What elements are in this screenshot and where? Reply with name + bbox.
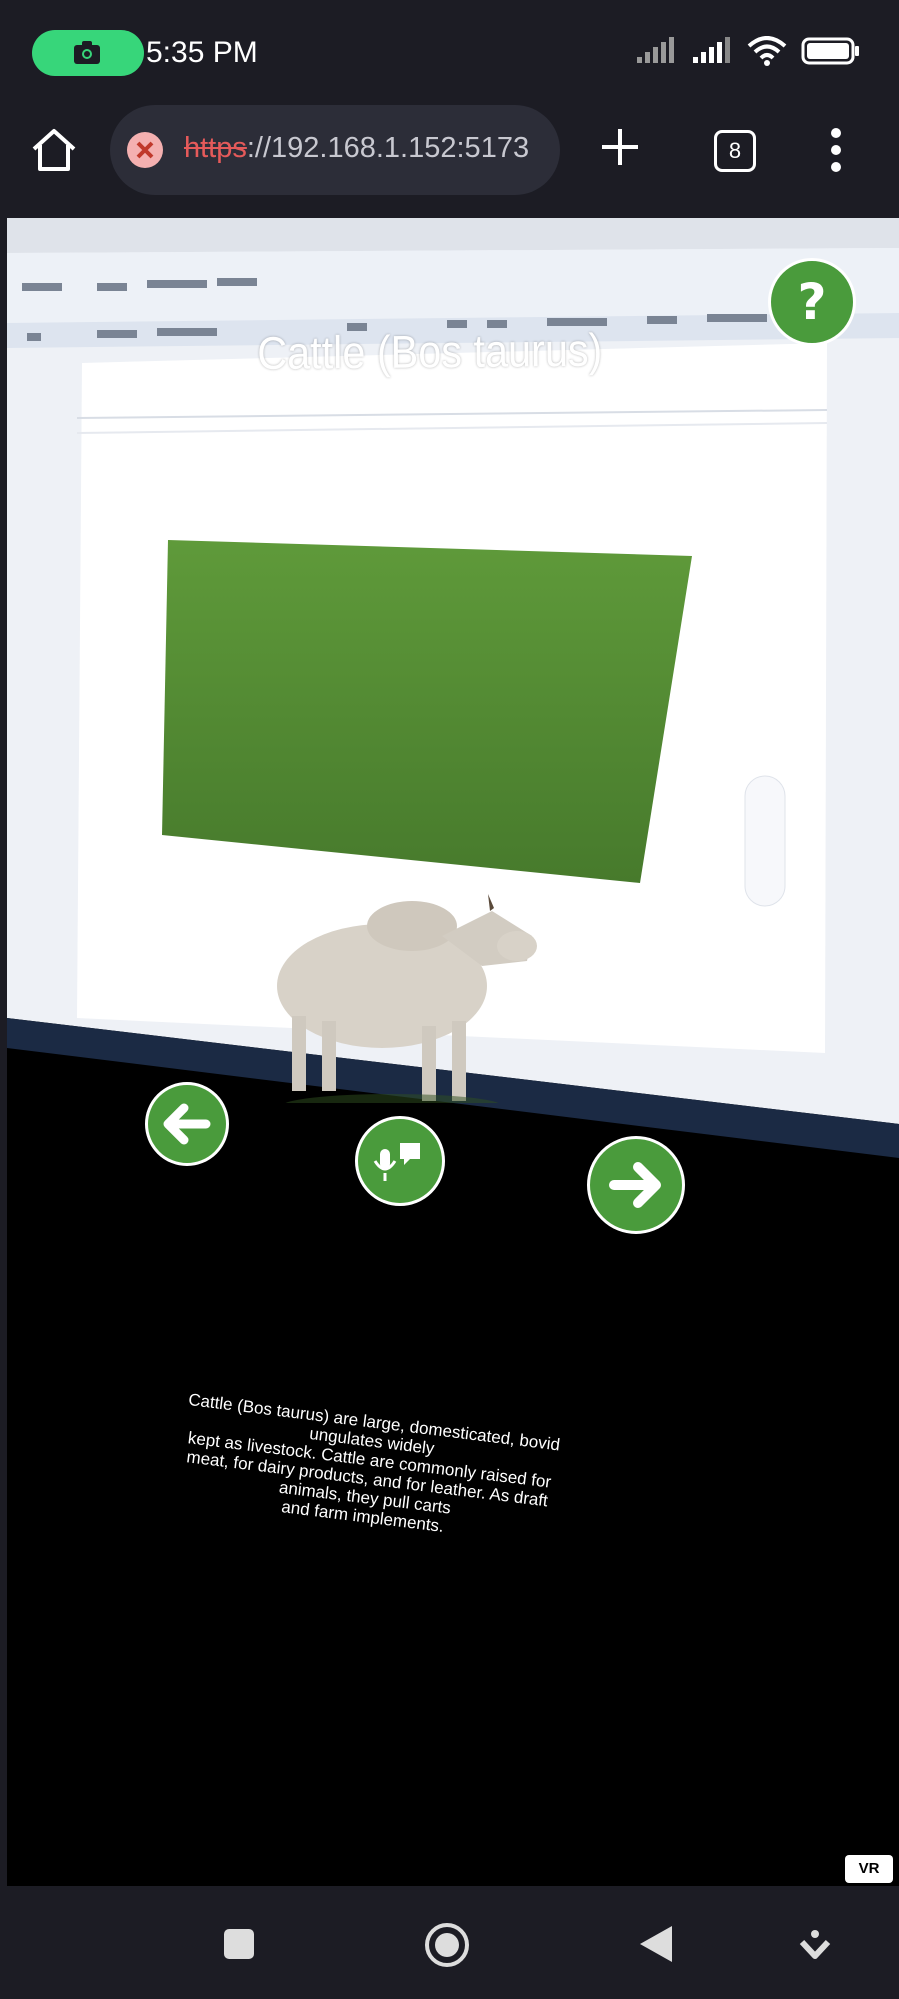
battery-icon bbox=[801, 37, 859, 65]
previous-button[interactable] bbox=[145, 1082, 229, 1166]
cattle-image bbox=[162, 540, 692, 1103]
signal-icon bbox=[637, 37, 674, 63]
wifi-icon bbox=[747, 36, 787, 66]
recents-icon[interactable] bbox=[222, 1927, 256, 1961]
insecure-icon[interactable] bbox=[127, 132, 163, 168]
status-bar: 5:35 PM bbox=[0, 0, 899, 105]
svg-text:?: ? bbox=[797, 273, 826, 331]
clock: 5:35 PM bbox=[146, 36, 258, 69]
address-bar[interactable]: https://192.168.1.152:5173 bbox=[110, 105, 560, 195]
back-arrow-icon bbox=[163, 1103, 211, 1145]
voice-button[interactable] bbox=[355, 1116, 445, 1206]
help-button[interactable]: ? bbox=[768, 258, 856, 346]
camera-icon bbox=[74, 41, 100, 64]
home-icon[interactable] bbox=[28, 125, 80, 175]
ar-camera-view[interactable]: Cattle (Bos taurus) ? Cattle (Bos taurus… bbox=[7, 218, 899, 1886]
forward-arrow-icon bbox=[609, 1162, 661, 1208]
new-tab-icon[interactable] bbox=[598, 125, 642, 169]
download-icon[interactable] bbox=[798, 1928, 832, 1962]
page-title: Cattle (Bos taurus) bbox=[257, 323, 603, 379]
url-text[interactable]: https://192.168.1.152:5173 bbox=[184, 132, 529, 165]
vr-button[interactable]: VR bbox=[845, 1855, 893, 1883]
back-triangle-icon[interactable] bbox=[638, 1924, 674, 1964]
next-button[interactable] bbox=[587, 1136, 685, 1234]
menu-icon[interactable] bbox=[830, 127, 842, 173]
voice-icon bbox=[373, 1143, 420, 1181]
help-icon: ? bbox=[797, 273, 826, 331]
system-nav-bar bbox=[0, 1892, 899, 1999]
browser-toolbar: https://192.168.1.152:5173 8 bbox=[0, 105, 899, 213]
tab-switcher-button[interactable]: 8 bbox=[714, 130, 756, 172]
signal-icon bbox=[693, 37, 730, 63]
home-circle-icon[interactable] bbox=[424, 1922, 470, 1968]
screen-recording-pill[interactable] bbox=[32, 30, 144, 76]
